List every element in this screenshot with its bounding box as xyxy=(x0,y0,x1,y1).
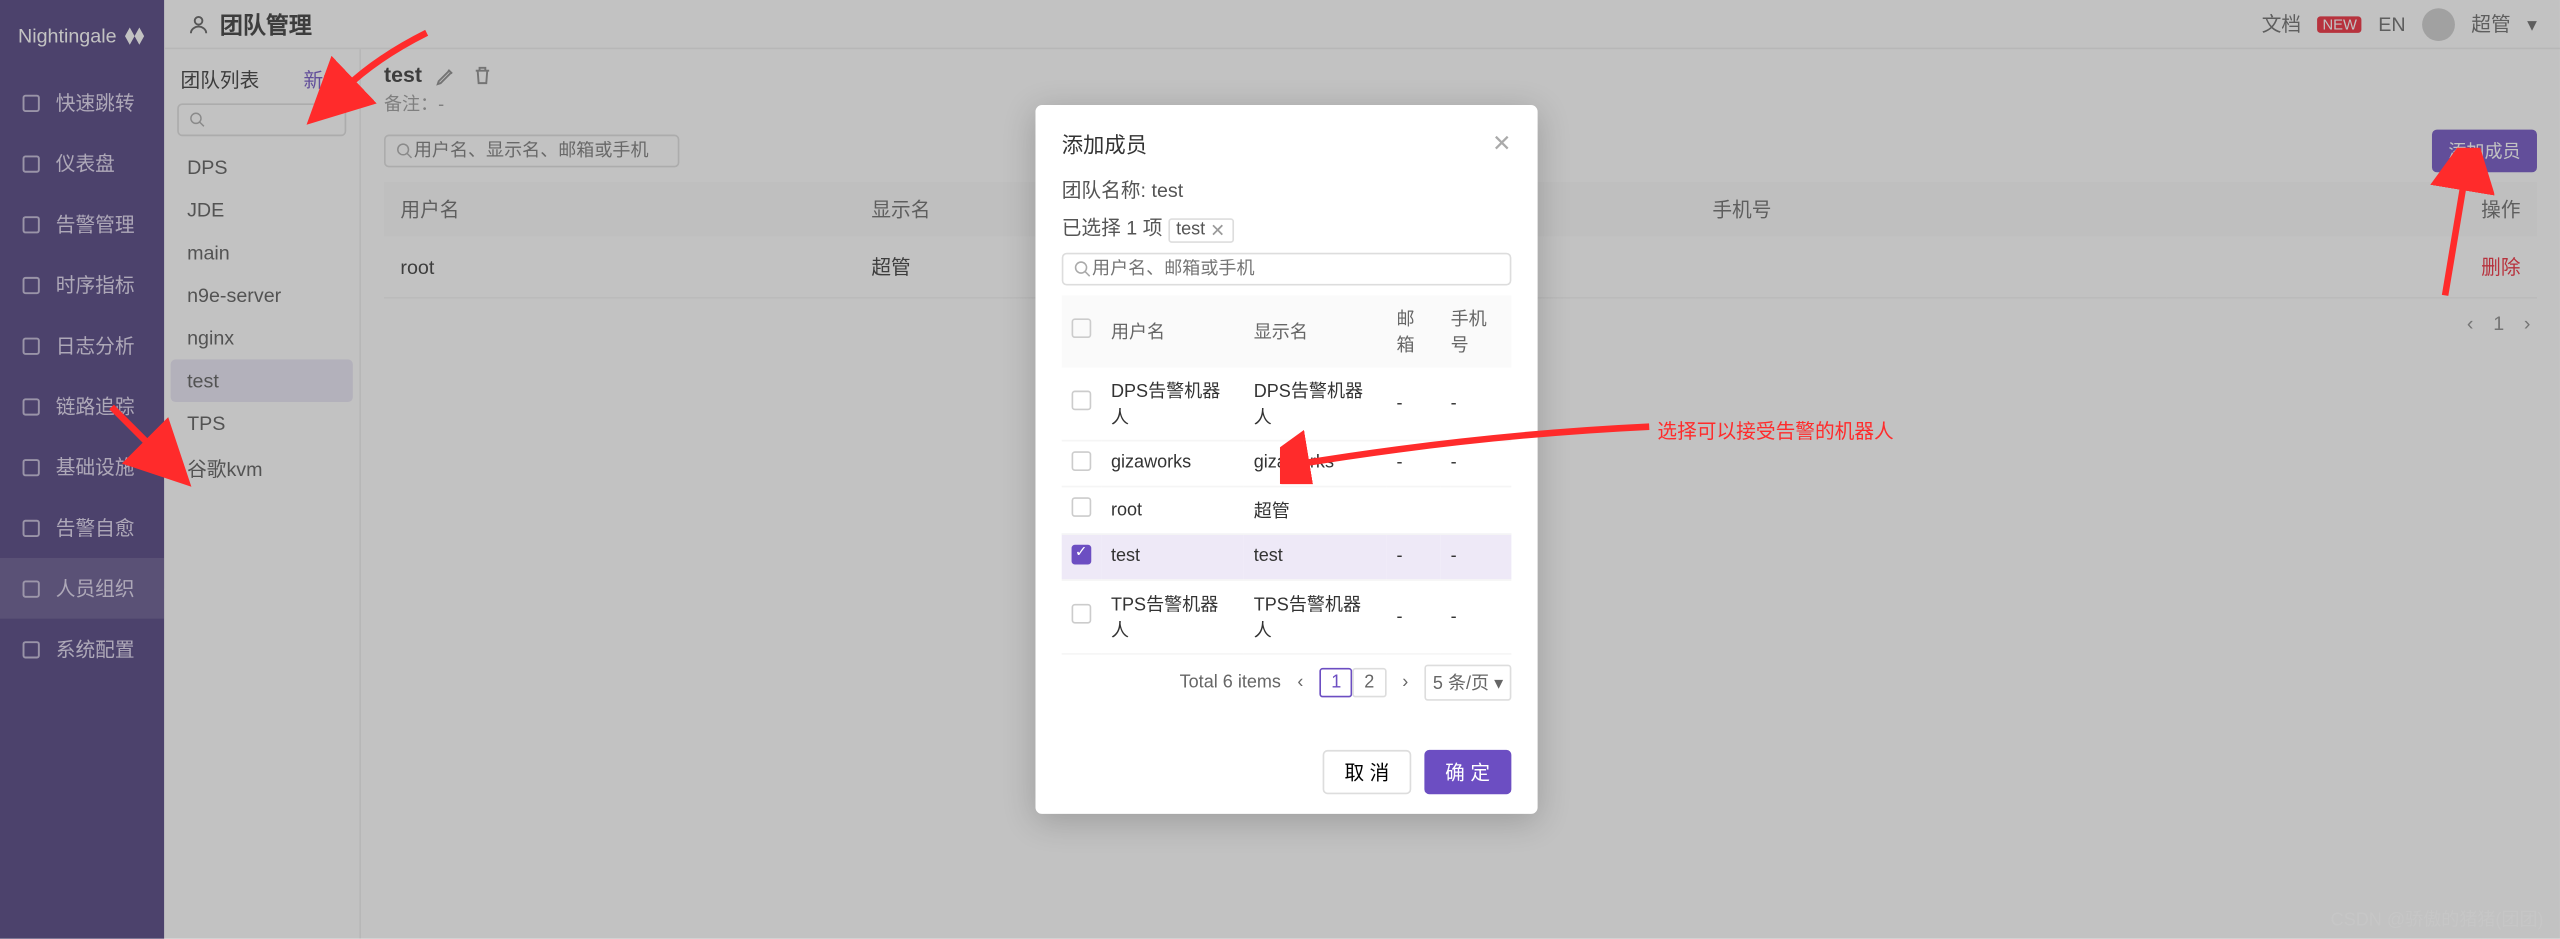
row-checkbox[interactable] xyxy=(1072,604,1092,624)
row-checkbox[interactable] xyxy=(1072,391,1092,411)
modal-title: 添加成员 xyxy=(1062,128,1147,159)
page-size-select[interactable]: 5 条/页 ▾ xyxy=(1425,664,1512,700)
row-checkbox[interactable] xyxy=(1072,497,1092,517)
watermark: CSDN @骄傲的猪猪(团团) xyxy=(2331,906,2544,932)
modal-prev[interactable]: ‹ xyxy=(1291,672,1310,692)
close-icon[interactable]: ✕ xyxy=(1492,130,1511,158)
modal-row[interactable]: DPS告警机器人DPS告警机器人-- xyxy=(1062,367,1512,440)
annotation-text: 选择可以接受告警的机器人 xyxy=(1657,417,1893,445)
row-checkbox[interactable] xyxy=(1072,450,1092,470)
ok-button[interactable]: 确 定 xyxy=(1424,749,1512,793)
modal-next[interactable]: › xyxy=(1396,672,1415,692)
modal-row[interactable]: root超管 xyxy=(1062,486,1512,534)
page-1[interactable]: 1 xyxy=(1320,667,1353,697)
modal-row[interactable]: TPS告警机器人TPS告警机器人-- xyxy=(1062,579,1512,653)
row-checkbox[interactable] xyxy=(1072,544,1092,564)
selected-tag: test✕ xyxy=(1168,217,1234,242)
modal-row[interactable]: gizaworksgizaworks-- xyxy=(1062,440,1512,486)
modal-user-table: 用户名 显示名 邮箱 手机号 DPS告警机器人DPS告警机器人--gizawor… xyxy=(1062,295,1512,654)
select-all-checkbox[interactable] xyxy=(1072,318,1092,338)
page-2[interactable]: 2 xyxy=(1353,667,1386,697)
search-icon xyxy=(1073,258,1092,278)
modal-search[interactable] xyxy=(1062,252,1512,285)
cancel-button[interactable]: 取 消 xyxy=(1323,749,1411,793)
tag-remove-icon[interactable]: ✕ xyxy=(1210,219,1225,240)
modal-row[interactable]: testtest-- xyxy=(1062,533,1512,579)
add-member-modal: 添加成员 ✕ 团队名称: test 已选择 1 项 test✕ 用户名 显示名 … xyxy=(1035,105,1537,813)
